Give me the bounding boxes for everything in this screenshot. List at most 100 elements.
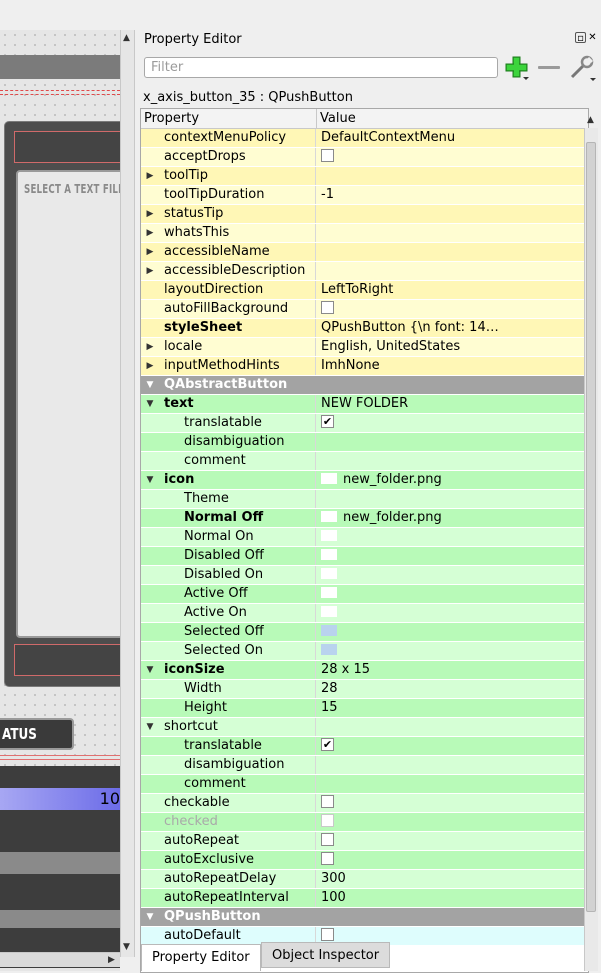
property-name-cell[interactable]: ▶ statusTip — [141, 205, 316, 223]
property-value-cell[interactable]: NEW FOLDER — [317, 395, 588, 413]
property-name-cell[interactable]: Normal On — [141, 528, 316, 546]
property-name-cell[interactable]: ▶ accessibleDescription — [141, 262, 316, 280]
property-name-cell[interactable]: Active On — [141, 604, 316, 622]
close-icon[interactable]: ✕ — [587, 32, 598, 43]
table-row[interactable]: comment — [141, 452, 588, 471]
property-value-cell[interactable]: ✔ — [317, 414, 588, 432]
filter-input[interactable] — [144, 57, 498, 78]
expand-right-icon[interactable]: ▶ — [145, 205, 155, 223]
property-name-cell[interactable]: Selected Off — [141, 623, 316, 641]
checkbox[interactable]: ✔ — [321, 738, 334, 751]
table-row[interactable]: checked — [141, 813, 588, 832]
property-name-cell[interactable]: Height — [141, 699, 316, 717]
property-value-cell[interactable] — [317, 300, 588, 318]
table-row[interactable]: Height 15 — [141, 699, 588, 718]
property-name-cell[interactable]: comment — [141, 452, 316, 470]
property-value-cell[interactable]: new_folder.png — [317, 509, 588, 527]
property-value-cell[interactable] — [317, 756, 588, 774]
property-value-cell[interactable] — [317, 205, 588, 223]
table-row[interactable]: contextMenuPolicy DefaultContextMenu — [141, 129, 588, 148]
expand-down-icon[interactable]: ▼ — [145, 376, 155, 394]
property-value-cell[interactable] — [317, 243, 588, 261]
checkbox[interactable] — [321, 852, 334, 865]
checkbox[interactable] — [321, 814, 334, 827]
property-name-cell[interactable]: Normal Off — [141, 509, 316, 527]
property-value-cell[interactable] — [317, 490, 588, 508]
property-name-cell[interactable]: checkable — [141, 794, 316, 812]
property-name-cell[interactable]: ▼ icon — [141, 471, 316, 489]
property-value-cell[interactable]: ✔ — [317, 737, 588, 755]
expand-right-icon[interactable]: ▶ — [145, 357, 155, 375]
property-value-cell[interactable] — [317, 224, 588, 242]
table-row[interactable]: comment — [141, 775, 588, 794]
property-name-cell[interactable]: ▶ locale — [141, 338, 316, 356]
property-value-cell[interactable] — [317, 433, 588, 451]
checkbox[interactable] — [321, 833, 334, 846]
table-row[interactable]: ▼ text NEW FOLDER — [141, 395, 588, 414]
property-value-cell[interactable] — [317, 718, 588, 736]
scroll-up-icon[interactable]: ▲ — [587, 115, 594, 125]
table-row[interactable]: autoRepeatDelay 300 — [141, 870, 588, 889]
property-name-cell[interactable]: Active Off — [141, 585, 316, 603]
property-value-cell[interactable] — [317, 547, 588, 565]
property-value-cell[interactable] — [317, 851, 588, 869]
canvas-vertical-scrollbar[interactable]: ▲ ▼ — [120, 30, 135, 957]
property-name-cell[interactable]: ▶ inputMethodHints — [141, 357, 316, 375]
property-name-cell[interactable]: autoRepeat — [141, 832, 316, 850]
property-value-cell[interactable] — [317, 604, 588, 622]
expand-down-icon[interactable]: ▼ — [145, 661, 155, 679]
property-value-cell[interactable] — [317, 832, 588, 850]
table-row[interactable]: Selected Off — [141, 623, 588, 642]
property-name-cell[interactable]: acceptDrops — [141, 148, 316, 166]
table-row[interactable]: Active Off — [141, 585, 588, 604]
minus-icon[interactable] — [538, 66, 560, 69]
property-name-cell[interactable]: disambiguation — [141, 433, 316, 451]
table-row[interactable]: acceptDrops — [141, 148, 588, 167]
scroll-up-icon[interactable]: ▲ — [123, 33, 130, 43]
table-row[interactable]: autoExclusive — [141, 851, 588, 870]
table-vertical-scrollbar[interactable]: ▲ — [584, 115, 598, 971]
property-name-cell[interactable]: layoutDirection — [141, 281, 316, 299]
table-row[interactable]: layoutDirection LeftToRight — [141, 281, 588, 300]
form-canvas[interactable]: SELECT A TEXT FILE ATUS 10 — [0, 30, 120, 971]
property-table[interactable]: Property Value contextMenuPolicy DefaultC… — [140, 108, 589, 973]
table-row[interactable]: ▶ whatsThis — [141, 224, 588, 243]
property-name-cell[interactable]: comment — [141, 775, 316, 793]
table-row[interactable]: ▶ inputMethodHints ImhNone — [141, 357, 588, 376]
expand-down-icon[interactable]: ▼ — [145, 395, 155, 413]
table-row[interactable]: checkable — [141, 794, 588, 813]
property-value-cell[interactable]: -1 — [317, 186, 588, 204]
checkbox[interactable] — [321, 928, 334, 941]
property-name-cell[interactable]: contextMenuPolicy — [141, 129, 316, 147]
expand-right-icon[interactable]: ▶ — [145, 338, 155, 356]
table-row[interactable]: ▼ iconSize 28 x 15 — [141, 661, 588, 680]
property-value-cell[interactable]: ImhNone — [317, 357, 588, 375]
property-name-cell[interactable]: ▼ iconSize — [141, 661, 316, 679]
expand-down-icon[interactable]: ▼ — [145, 718, 155, 736]
property-name-cell[interactable]: autoRepeatDelay — [141, 870, 316, 888]
table-row[interactable]: styleSheet QPushButton {\n font: 14… — [141, 319, 588, 338]
frame-header[interactable] — [14, 131, 120, 163]
table-row[interactable]: disambiguation — [141, 433, 588, 452]
table-row[interactable]: disambiguation — [141, 756, 588, 775]
property-name-cell[interactable]: ▼ QAbstractButton — [141, 376, 588, 394]
scroll-down-icon[interactable]: ▼ — [123, 942, 130, 952]
property-value-cell[interactable] — [317, 775, 588, 793]
property-value-cell[interactable]: new_folder.png — [317, 471, 588, 489]
property-value-cell[interactable] — [317, 167, 588, 185]
float-icon[interactable]: ▫ — [575, 32, 586, 44]
property-value-cell[interactable] — [317, 528, 588, 546]
property-name-cell[interactable]: ▶ whatsThis — [141, 224, 316, 242]
property-name-cell[interactable]: autoRepeatInterval — [141, 889, 316, 907]
property-name-cell[interactable]: checked — [141, 813, 316, 831]
property-value-cell[interactable] — [317, 794, 588, 812]
property-value-cell[interactable]: DefaultContextMenu — [317, 129, 588, 147]
expand-down-icon[interactable]: ▼ — [145, 908, 155, 926]
expand-right-icon[interactable]: ▶ — [145, 167, 155, 185]
property-value-cell[interactable]: 300 — [317, 870, 588, 888]
property-name-cell[interactable]: Width — [141, 680, 316, 698]
table-row[interactable]: Selected On — [141, 642, 588, 661]
tab-object-inspector[interactable]: Object Inspector — [261, 942, 391, 968]
tab-property-editor[interactable]: Property Editor — [141, 944, 261, 971]
property-name-cell[interactable]: ▼ shortcut — [141, 718, 316, 736]
